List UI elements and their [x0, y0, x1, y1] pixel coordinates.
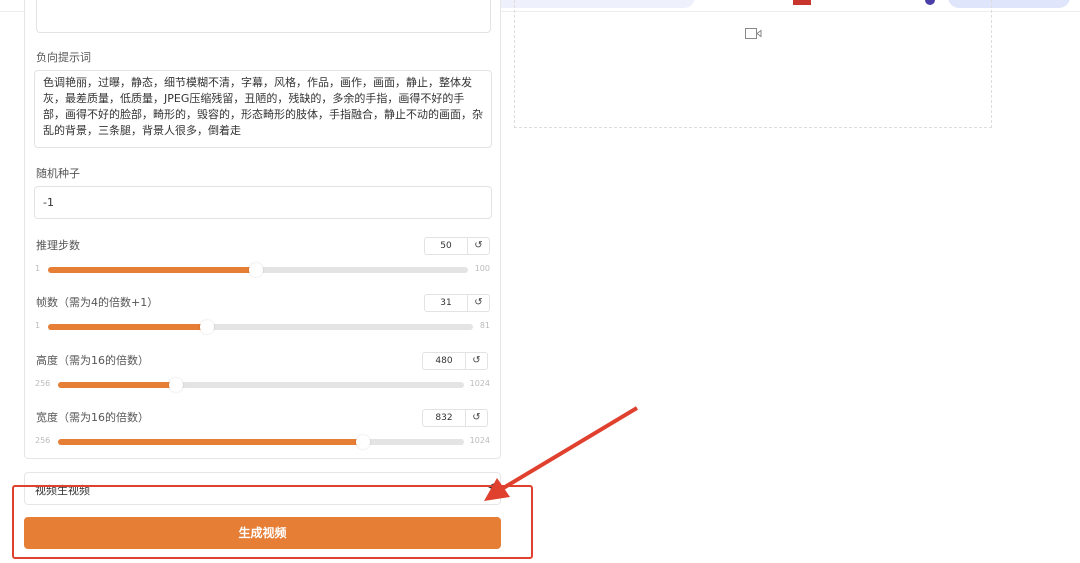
annotation-arrow-icon	[484, 406, 639, 501]
